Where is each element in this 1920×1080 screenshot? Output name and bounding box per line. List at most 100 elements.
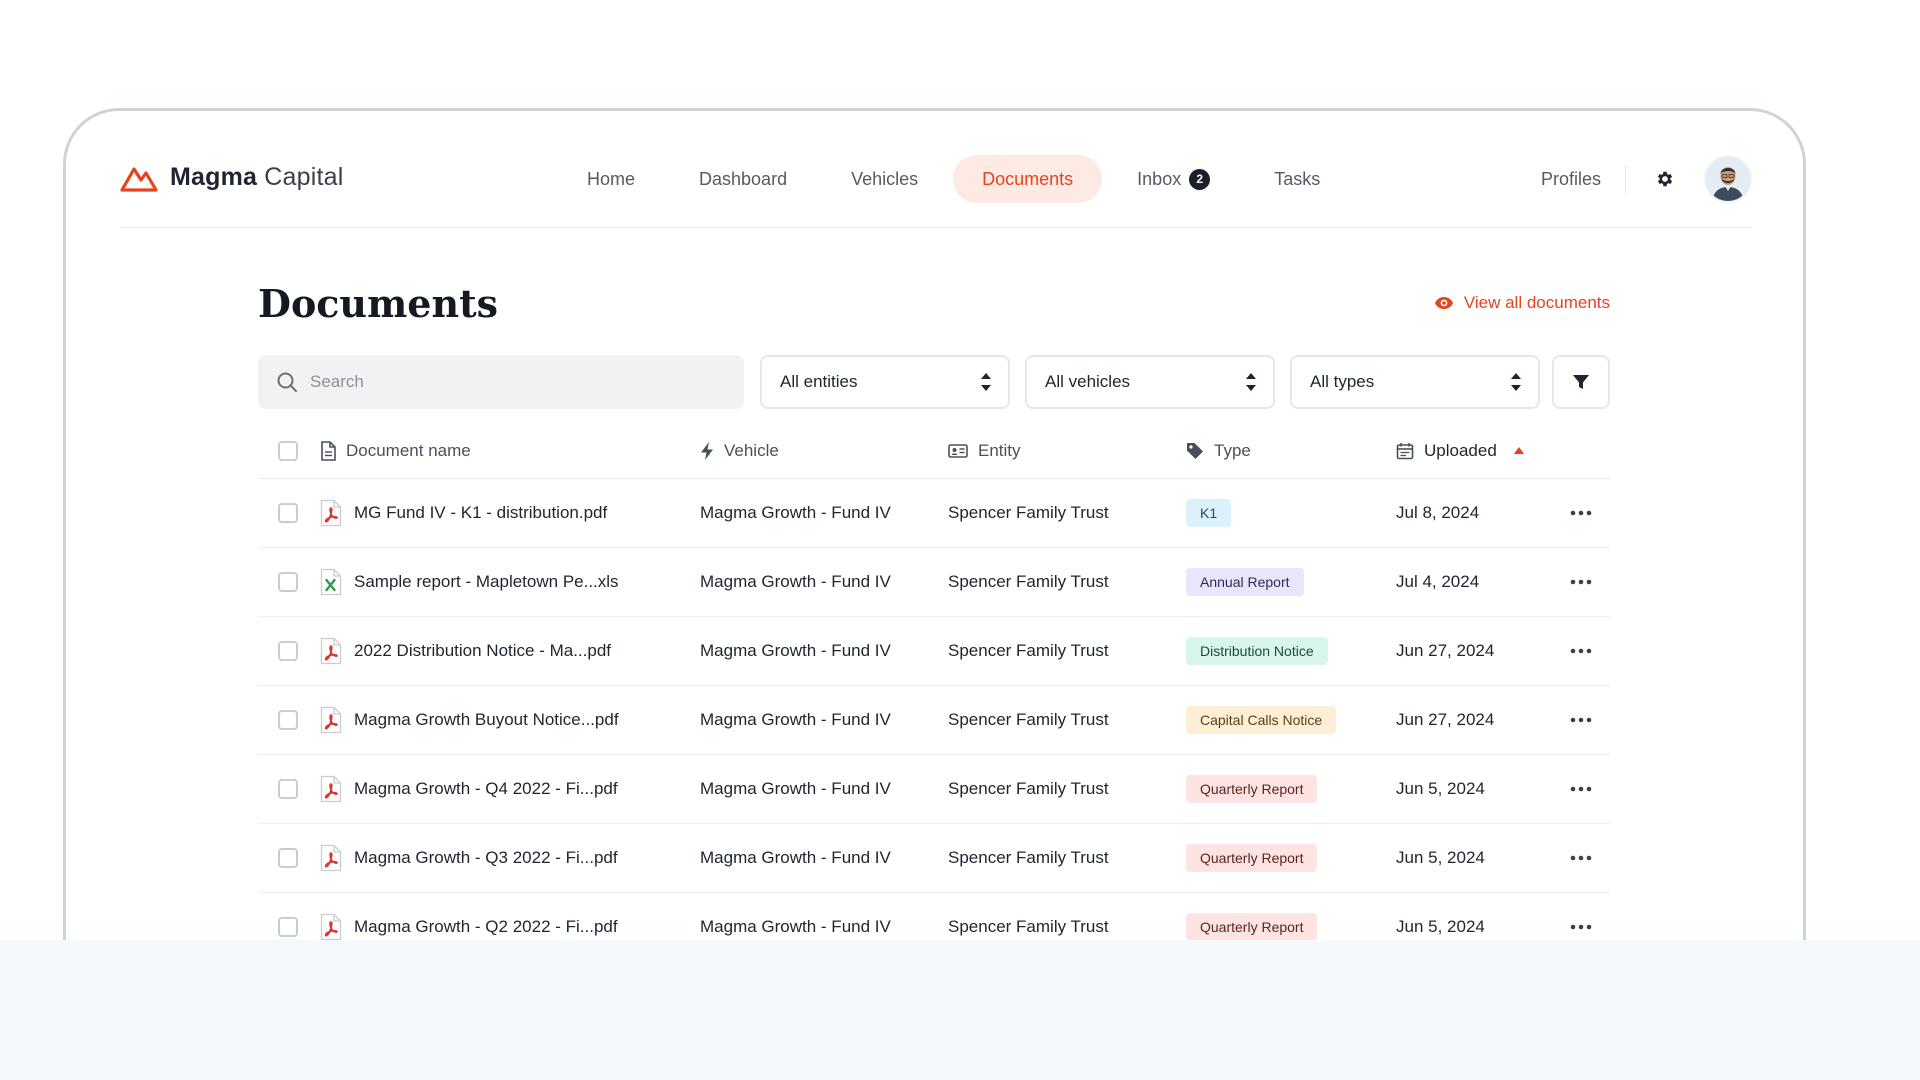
nav-tasks[interactable]: Tasks — [1245, 155, 1349, 203]
type-cell: Quarterly Report — [1186, 824, 1318, 892]
entity-cell: Spencer Family Trust — [948, 572, 1109, 591]
sort-updown-icon — [1511, 373, 1521, 391]
row-checkbox[interactable] — [278, 641, 298, 661]
nav-vehicles[interactable]: Vehicles — [822, 155, 947, 203]
table-row[interactable]: Magma Growth Buyout Notice...pdf Magma Gr… — [258, 686, 1610, 755]
sort-ascending-icon — [1513, 447, 1524, 454]
row-select-cell — [278, 755, 298, 823]
document-name-cell[interactable]: Magma Growth Buyout Notice...pdf — [320, 686, 619, 754]
document-name-cell[interactable]: Magma Growth - Q3 2022 - Fi...pdf — [320, 824, 618, 892]
row-checkbox[interactable] — [278, 917, 298, 937]
nav-vehicles-label: Vehicles — [851, 168, 919, 189]
vehicle-cell: Magma Growth - Fund IV — [700, 779, 891, 798]
id-card-icon — [948, 444, 968, 458]
row-checkbox[interactable] — [278, 710, 298, 730]
vehicle-cell: Magma Growth - Fund IV — [700, 917, 891, 936]
settings-button[interactable] — [1648, 162, 1682, 196]
header-divider — [120, 227, 1752, 228]
nav-home[interactable]: Home — [558, 155, 664, 203]
row-more-actions-button[interactable] — [1570, 824, 1592, 892]
vehicle-cell: Magma Growth - Fund IV — [700, 572, 891, 591]
row-select-cell — [278, 548, 298, 616]
select-all-checkbox[interactable] — [278, 441, 298, 461]
nav-dashboard[interactable]: Dashboard — [670, 155, 816, 203]
view-all-documents-link[interactable]: View all documents — [1434, 293, 1610, 313]
user-avatar[interactable] — [1704, 155, 1752, 203]
column-vehicle-label: Vehicle — [724, 441, 779, 460]
row-more-actions-button[interactable] — [1570, 479, 1592, 547]
row-more-actions-button[interactable] — [1570, 617, 1592, 685]
more-dots-icon — [1570, 717, 1592, 723]
types-select[interactable]: All types — [1290, 355, 1540, 409]
row-checkbox[interactable] — [278, 503, 298, 523]
tag-icon — [1187, 443, 1203, 459]
vehicle-cell: Magma Growth - Fund IV — [700, 641, 891, 660]
type-cell: Quarterly Report — [1186, 755, 1318, 823]
document-name: Magma Growth - Q3 2022 - Fi...pdf — [354, 848, 618, 867]
row-checkbox[interactable] — [278, 572, 298, 592]
type-cell: Annual Report — [1186, 548, 1304, 616]
vehicles-select-value: All vehicles — [1045, 372, 1131, 391]
column-document-name[interactable]: Document name — [320, 423, 471, 479]
uploaded-date-cell: Jun 5, 2024 — [1396, 917, 1485, 936]
type-badge: Quarterly Report — [1186, 844, 1318, 872]
pdf-file-icon — [320, 499, 342, 527]
document-name: Sample report - Mapletown Pe...xls — [354, 572, 619, 591]
user-portrait-icon — [1706, 157, 1750, 201]
view-all-label: View all documents — [1463, 293, 1610, 312]
select-all-cell — [278, 423, 298, 479]
row-more-actions-button[interactable] — [1570, 548, 1592, 616]
table-row[interactable]: MG Fund IV - K1 - distribution.pdf Magma … — [258, 479, 1610, 548]
vehicle-cell: Magma Growth - Fund IV — [700, 710, 891, 729]
document-name-cell[interactable]: Magma Growth - Q2 2022 - Fi...pdf — [320, 893, 618, 940]
entity-cell: Spencer Family Trust — [948, 917, 1109, 936]
row-select-cell — [278, 686, 298, 754]
entity-cell: Spencer Family Trust — [948, 710, 1109, 729]
column-vehicle[interactable]: Vehicle — [700, 423, 779, 479]
table-row[interactable]: Magma Growth - Q4 2022 - Fi...pdf Magma G… — [258, 755, 1610, 824]
vehicle-cell: Magma Growth - Fund IV — [700, 503, 891, 522]
row-checkbox[interactable] — [278, 848, 298, 868]
entity-cell: Spencer Family Trust — [948, 779, 1109, 798]
advanced-filter-button[interactable] — [1552, 355, 1610, 409]
pdf-file-icon — [320, 706, 342, 734]
row-select-cell — [278, 617, 298, 685]
row-more-actions-button[interactable] — [1570, 755, 1592, 823]
inbox-count-badge: 2 — [1189, 168, 1211, 190]
table-row[interactable]: Magma Growth - Q2 2022 - Fi...pdf Magma G… — [258, 893, 1610, 940]
table-row[interactable]: Sample report - Mapletown Pe...xls Magma … — [258, 548, 1610, 617]
row-more-actions-button[interactable] — [1570, 686, 1592, 754]
document-name-cell[interactable]: 2022 Distribution Notice - Ma...pdf — [320, 617, 611, 685]
document-name: Magma Growth - Q4 2022 - Fi...pdf — [354, 779, 618, 798]
row-more-actions-button[interactable] — [1570, 893, 1592, 940]
brand-logo[interactable]: Magma Capital — [120, 163, 344, 192]
table-row[interactable]: Magma Growth - Q3 2022 - Fi...pdf Magma G… — [258, 824, 1610, 893]
vehicles-select[interactable]: All vehicles — [1025, 355, 1275, 409]
entity-cell: Spencer Family Trust — [948, 503, 1109, 522]
table-row[interactable]: 2022 Distribution Notice - Ma...pdf Magma… — [258, 617, 1610, 686]
type-badge: K1 — [1186, 499, 1232, 527]
profiles-link[interactable]: Profiles — [1541, 165, 1626, 193]
document-name: MG Fund IV - K1 - distribution.pdf — [354, 503, 608, 522]
table-header: Document name Vehicle Entity Type Upload… — [258, 423, 1610, 479]
search-input[interactable] — [310, 372, 710, 392]
column-type[interactable]: Type — [1186, 423, 1251, 479]
entities-select[interactable]: All entities — [760, 355, 1010, 409]
nav-documents[interactable]: Documents — [953, 155, 1103, 203]
document-name: Magma Growth Buyout Notice...pdf — [354, 710, 619, 729]
main-nav: Home Dashboard Vehicles Documents Inbox 2… — [558, 155, 1355, 203]
document-name: 2022 Distribution Notice - Ma...pdf — [354, 641, 612, 660]
document-name-cell[interactable]: MG Fund IV - K1 - distribution.pdf — [320, 479, 607, 547]
column-entity[interactable]: Entity — [948, 423, 1021, 479]
document-name-cell[interactable]: Sample report - Mapletown Pe...xls — [320, 548, 619, 616]
nav-inbox[interactable]: Inbox 2 — [1108, 155, 1239, 203]
nav-tasks-label: Tasks — [1274, 168, 1321, 189]
search-box[interactable] — [258, 355, 744, 409]
document-name-cell[interactable]: Magma Growth - Q4 2022 - Fi...pdf — [320, 755, 618, 823]
row-checkbox[interactable] — [278, 779, 298, 799]
nav-inbox-label: Inbox — [1137, 168, 1182, 189]
column-uploaded[interactable]: Uploaded — [1396, 423, 1525, 479]
funnel-icon — [1573, 375, 1589, 389]
type-badge: Distribution Notice — [1186, 637, 1328, 665]
mountain-logo-icon — [120, 166, 158, 192]
